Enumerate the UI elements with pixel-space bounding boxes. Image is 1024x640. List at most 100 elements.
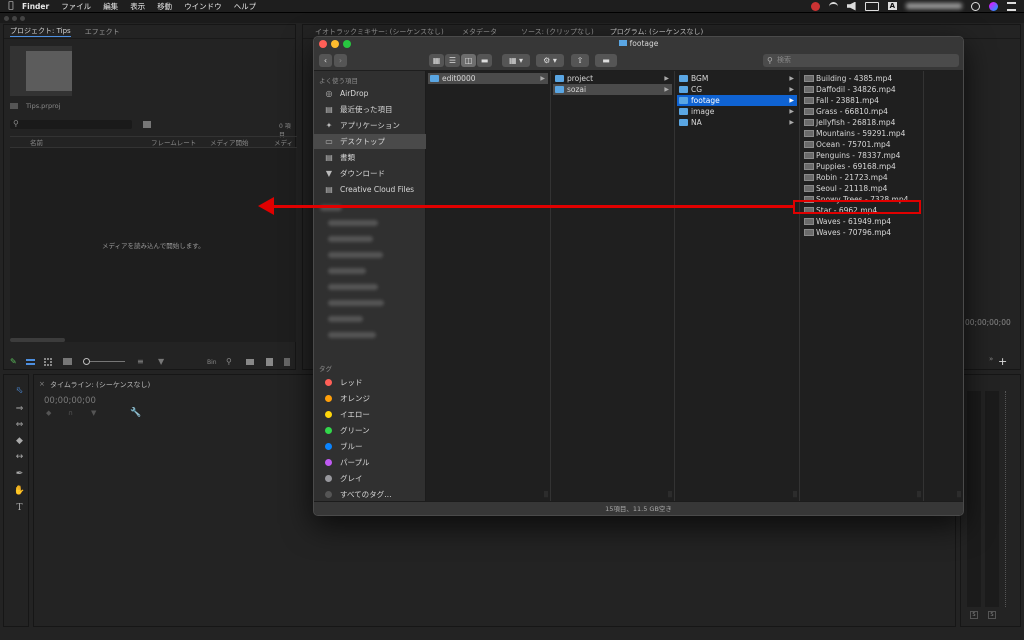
tag-purple[interactable]: パープル (314, 455, 426, 470)
file-mountains[interactable]: Mountains - 59291.mp4 (802, 128, 921, 139)
device-item-blurred[interactable] (328, 300, 384, 306)
menu-help[interactable]: ヘルプ (234, 1, 257, 12)
timeline-settings-icon[interactable]: 🔧 (130, 408, 141, 418)
trash-icon[interactable] (284, 358, 290, 366)
column-resize-handle[interactable]: || (544, 491, 548, 498)
snap-icon[interactable]: ◆ (46, 409, 51, 417)
column-resize-handle[interactable]: || (793, 491, 797, 498)
icon-view-icon[interactable] (44, 358, 52, 366)
file-building[interactable]: Building - 4385.mp4 (802, 73, 921, 84)
project-scrollbar[interactable] (10, 338, 65, 342)
notification-center-icon[interactable] (1007, 1, 1016, 11)
project-search-input[interactable] (10, 120, 132, 129)
device-item-blurred[interactable] (328, 220, 378, 226)
close-button[interactable] (319, 40, 327, 48)
column-view-button[interactable]: ◫ (461, 54, 476, 67)
file-daffodil[interactable]: Daffodil - 34826.mp4 (802, 84, 921, 95)
tag-button[interactable]: ▬ (595, 54, 617, 67)
tag-gray[interactable]: グレイ (314, 471, 426, 486)
spotlight-icon[interactable] (971, 1, 980, 11)
menu-finder[interactable]: Finder (22, 2, 49, 11)
file-fall[interactable]: Fall - 23881.mp4 (802, 95, 921, 106)
menu-window[interactable]: ウインドウ (184, 1, 222, 12)
timeline-close-icon[interactable]: × (39, 380, 45, 388)
list-view-icon[interactable] (26, 359, 35, 365)
tab-program[interactable]: プログラム: (シーケンスなし) (610, 27, 704, 37)
razor-icon[interactable]: ◆ (13, 435, 26, 448)
window-zoom-dot[interactable] (20, 16, 25, 21)
tag-orange[interactable]: オレンジ (314, 391, 426, 406)
program-add-button[interactable]: + (998, 355, 1007, 368)
folder-bgm[interactable]: BGM ▶ (677, 73, 797, 84)
sidebar-item-creative-cloud[interactable]: ▤ Creative Cloud Files (314, 182, 426, 197)
file-grass[interactable]: Grass - 66810.mp4 (802, 106, 921, 117)
timeline-tab[interactable]: タイムライン: (シーケンスなし) (50, 380, 150, 390)
solo-left-button[interactable]: S (970, 611, 978, 619)
tag-blue[interactable]: ブルー (314, 439, 426, 454)
file-jellyfish[interactable]: Jellyfish - 26818.mp4 (802, 117, 921, 128)
folder-sozai[interactable]: sozai ▶ (553, 84, 672, 95)
automate-icon[interactable]: ▼ (158, 357, 164, 366)
gallery-view-button[interactable]: ▬ (477, 54, 492, 67)
sidebar-item-recents[interactable]: ▤ 最近使った項目 (314, 102, 426, 117)
file-seoul[interactable]: Seoul - 21118.mp4 (802, 183, 921, 194)
menu-view[interactable]: 表示 (130, 1, 145, 12)
battery-icon[interactable] (864, 1, 879, 11)
folder-project[interactable]: project ▶ (553, 73, 672, 84)
sidebar-item-downloads[interactable]: ▼ ダウンロード (314, 166, 426, 181)
new-item-icon[interactable] (266, 358, 273, 366)
creative-cloud-icon[interactable] (810, 1, 820, 11)
siri-icon[interactable] (989, 1, 998, 11)
program-timecode[interactable]: 00;00;00;00 (965, 318, 1011, 327)
sidebar-item-desktop[interactable]: ▭ デスクトップ (314, 134, 426, 149)
device-item-blurred[interactable] (328, 284, 378, 290)
sidebar-item-airdrop[interactable]: ◎ AirDrop (314, 86, 426, 101)
tag-green[interactable]: グリーン (314, 423, 426, 438)
tab-metadata[interactable]: メタデータ (462, 27, 497, 37)
folder-edit0000[interactable]: edit0000 ▶ (428, 73, 548, 84)
tag-all-tags[interactable]: すべてのタグ… (314, 487, 426, 502)
device-item-blurred[interactable] (328, 332, 376, 338)
folder-image[interactable]: image ▶ (677, 106, 797, 117)
solo-right-button[interactable]: S (988, 611, 996, 619)
sidebar-item-applications[interactable]: ✦ アプリケーション (314, 118, 426, 133)
file-penguins[interactable]: Penguins - 78337.mp4 (802, 150, 921, 161)
back-button[interactable]: ‹ (319, 54, 332, 67)
bin-label[interactable]: Bin (207, 359, 217, 366)
tab-project[interactable]: プロジェクト: Tips (10, 26, 71, 37)
wifi-icon[interactable] (828, 1, 838, 11)
menu-file[interactable]: ファイル (61, 1, 91, 12)
program-expand-icon[interactable]: » (989, 355, 993, 363)
slip-tool-icon[interactable]: ↔ (13, 451, 26, 464)
file-puppies[interactable]: Puppies - 69168.mp4 (802, 161, 921, 172)
device-item-blurred[interactable] (328, 236, 373, 242)
track-select-icon[interactable]: ⇒ (13, 403, 26, 416)
window-close-dot[interactable] (4, 16, 9, 21)
ripple-edit-icon[interactable]: ⇔ (13, 419, 26, 432)
finder-search-field[interactable]: ⚲ 検索 (763, 54, 959, 67)
file-ocean[interactable]: Ocean - 75701.mp4 (802, 139, 921, 150)
input-source-icon[interactable]: A (887, 2, 897, 10)
folder-na[interactable]: NA ▶ (677, 117, 797, 128)
tag-red[interactable]: レッド (314, 375, 426, 390)
folder-footage[interactable]: footage ▶ (677, 95, 797, 106)
file-robin[interactable]: Robin - 21723.mp4 (802, 172, 921, 183)
menu-edit[interactable]: 編集 (103, 1, 118, 12)
pen-tool-icon[interactable]: ✒ (13, 468, 26, 481)
forward-button[interactable]: › (334, 54, 347, 67)
freeform-view-icon[interactable] (63, 358, 72, 365)
apple-icon[interactable]:  (0, 1, 22, 11)
zoom-slider-knob[interactable] (83, 358, 90, 365)
minimize-button[interactable] (331, 40, 339, 48)
timeline-timecode[interactable]: 00;00;00;00 (44, 396, 96, 406)
file-waves-61949[interactable]: Waves - 61949.mp4 (802, 216, 921, 227)
menu-go[interactable]: 移動 (157, 1, 172, 12)
column-resize-handle[interactable]: || (957, 491, 961, 498)
selection-tool-icon[interactable]: ⬁ (13, 385, 26, 398)
hand-tool-icon[interactable]: ✋ (13, 485, 26, 498)
file-waves-70796[interactable]: Waves - 70796.mp4 (802, 227, 921, 238)
device-item-blurred[interactable] (328, 316, 363, 322)
new-bin-icon[interactable] (143, 121, 151, 128)
list-view-button[interactable]: ☰ (445, 54, 460, 67)
folder-cg[interactable]: CG ▶ (677, 84, 797, 95)
